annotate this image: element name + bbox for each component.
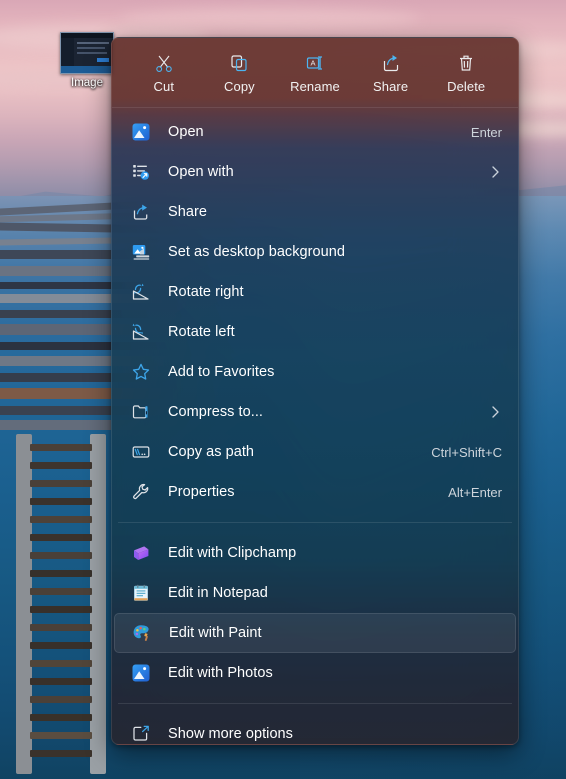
scissors-icon [153, 52, 175, 74]
menu-item-set-as-desktop-background-label: Set as desktop background [168, 244, 502, 260]
trash-icon [455, 52, 477, 74]
menu-separator-2 [118, 703, 512, 704]
menu-item-open-with-label: Open with [168, 164, 476, 180]
rename-icon: A [304, 52, 326, 74]
rotate-right-icon [130, 281, 152, 303]
chevron-right-icon [488, 405, 502, 419]
delete-button-label: Delete [447, 79, 485, 94]
menu-item-edit-with-photos-label: Edit with Photos [168, 665, 502, 681]
file-thumbnail [60, 32, 114, 74]
menu-item-edit-with-paint-label: Edit with Paint [169, 625, 501, 641]
star-icon [130, 361, 152, 383]
copy-icon [228, 52, 250, 74]
clipchamp-icon [130, 542, 152, 564]
share-icon [380, 52, 402, 74]
menu-item-open[interactable]: Open Enter [114, 112, 516, 152]
menu-item-properties[interactable]: Properties Alt+Enter [114, 472, 516, 512]
menu-item-set-as-desktop-background[interactable]: Set as desktop background [114, 232, 516, 272]
share-button[interactable]: Share [360, 44, 422, 102]
menu-item-edit-in-notepad-label: Edit in Notepad [168, 585, 502, 601]
menu-item-edit-in-notepad[interactable]: Edit in Notepad [114, 573, 516, 613]
menu-item-edit-with-photos[interactable]: Edit with Photos [114, 653, 516, 693]
share-button-label: Share [373, 79, 408, 94]
menu-item-show-more-options-label: Show more options [168, 726, 502, 742]
context-menu-command-bar: Cut Copy A Rename [112, 38, 518, 108]
menu-item-add-to-favorites-label: Add to Favorites [168, 364, 502, 380]
menu-item-copy-as-path-label: Copy as path [168, 444, 419, 460]
menu-item-open-label: Open [168, 124, 459, 140]
notepad-icon [130, 582, 152, 604]
menu-item-copy-as-path[interactable]: Copy as path Ctrl+Shift+C [114, 432, 516, 472]
menu-item-properties-accel: Alt+Enter [448, 485, 502, 500]
menu-group-editors: Edit with Clipchamp Edit in Notepad [112, 529, 518, 697]
menu-item-rotate-right-label: Rotate right [168, 284, 502, 300]
menu-item-share[interactable]: Share [114, 192, 516, 232]
menu-item-open-accel: Enter [471, 125, 502, 140]
zip-folder-icon [130, 401, 152, 423]
menu-separator-1 [118, 522, 512, 523]
copy-button-label: Copy [224, 79, 255, 94]
menu-item-compress-to[interactable]: Compress to... [114, 392, 516, 432]
chevron-right-icon [488, 165, 502, 179]
cut-button[interactable]: Cut [133, 44, 195, 102]
menu-item-properties-label: Properties [168, 484, 436, 500]
photos-app-icon [130, 662, 152, 684]
menu-item-rotate-left-label: Rotate left [168, 324, 502, 340]
menu-item-rotate-right[interactable]: Rotate right [114, 272, 516, 312]
copy-button[interactable]: Copy [208, 44, 270, 102]
menu-item-open-with[interactable]: Open with [114, 152, 516, 192]
paint-icon [131, 622, 153, 644]
menu-item-share-label: Share [168, 204, 502, 220]
menu-item-edit-with-clipchamp-label: Edit with Clipchamp [168, 545, 502, 561]
file-context-menu[interactable]: Cut Copy A Rename [111, 37, 519, 745]
desktop-file-icon[interactable]: Image [58, 32, 116, 89]
wrench-icon [130, 481, 152, 503]
delete-button[interactable]: Delete [435, 44, 497, 102]
cloud-2 [120, 8, 420, 30]
photos-app-icon [130, 121, 152, 143]
copy-as-path-icon [130, 441, 152, 463]
rename-button-label: Rename [290, 79, 340, 94]
desktop-file-icon-label: Image [58, 77, 116, 89]
menu-item-rotate-left[interactable]: Rotate left [114, 312, 516, 352]
rename-button[interactable]: A Rename [284, 44, 346, 102]
cut-button-label: Cut [154, 79, 175, 94]
menu-item-edit-with-paint[interactable]: Edit with Paint [114, 613, 516, 653]
menu-group-more: Show more options [112, 710, 518, 745]
menu-item-copy-as-path-accel: Ctrl+Shift+C [431, 445, 502, 460]
svg-text:A: A [310, 58, 315, 67]
show-more-options-icon [130, 723, 152, 745]
menu-item-compress-to-label: Compress to... [168, 404, 476, 420]
rotate-left-icon [130, 321, 152, 343]
menu-group-primary: Open Enter Open with [112, 108, 518, 516]
open-with-icon [130, 161, 152, 183]
menu-item-show-more-options[interactable]: Show more options [114, 714, 516, 745]
desktop-background-icon [130, 241, 152, 263]
share-outline-icon [130, 201, 152, 223]
menu-item-add-to-favorites[interactable]: Add to Favorites [114, 352, 516, 392]
menu-item-edit-with-clipchamp[interactable]: Edit with Clipchamp [114, 533, 516, 573]
